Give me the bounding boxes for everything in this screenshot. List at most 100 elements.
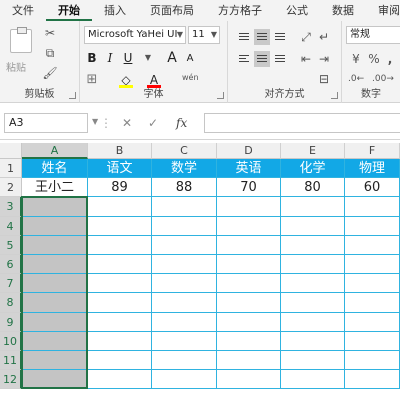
cell-d3[interactable] bbox=[217, 197, 281, 217]
bottom-align-icon[interactable] bbox=[272, 29, 288, 45]
cancel-icon[interactable]: ✕ bbox=[122, 113, 132, 133]
font-launcher-icon[interactable] bbox=[217, 92, 224, 99]
cell-d12[interactable] bbox=[217, 370, 281, 390]
row-header-7[interactable]: 7 bbox=[0, 274, 22, 294]
row-header-9[interactable]: 9 bbox=[0, 312, 22, 332]
cell-e4[interactable] bbox=[281, 216, 345, 236]
cell-a4[interactable] bbox=[22, 216, 88, 236]
cell-f8[interactable] bbox=[345, 293, 400, 313]
cell-b8[interactable] bbox=[88, 293, 152, 313]
cell-d5[interactable] bbox=[217, 235, 281, 255]
cell-c11[interactable] bbox=[152, 351, 217, 371]
clipboard-launcher-icon[interactable] bbox=[69, 92, 76, 99]
column-header-a[interactable]: A bbox=[22, 143, 88, 159]
increase-indent-icon[interactable]: ⇥ bbox=[316, 51, 332, 67]
copy-icon[interactable]: ⧉ bbox=[42, 45, 58, 61]
cell-d1[interactable]: 英语 bbox=[217, 159, 281, 179]
cell-f2[interactable]: 60 bbox=[345, 178, 400, 198]
cell-e1[interactable]: 化学 bbox=[281, 159, 345, 179]
cell-b10[interactable] bbox=[88, 331, 152, 351]
cell-f1[interactable]: 物理 bbox=[345, 159, 400, 179]
cell-f12[interactable] bbox=[345, 370, 400, 390]
paste-button[interactable]: 粘贴 bbox=[6, 59, 26, 74]
cell-c9[interactable] bbox=[152, 312, 217, 332]
cell-c12[interactable] bbox=[152, 370, 217, 390]
tab-data[interactable]: 数据 bbox=[320, 0, 366, 21]
row-header-2[interactable]: 2 bbox=[0, 178, 22, 198]
underline-options-icon[interactable]: ▼ bbox=[140, 49, 156, 67]
cell-d10[interactable] bbox=[217, 331, 281, 351]
cell-c4[interactable] bbox=[152, 216, 217, 236]
cell-e7[interactable] bbox=[281, 274, 345, 294]
accounting-format-icon[interactable]: ¥ bbox=[348, 51, 364, 67]
cell-f4[interactable] bbox=[345, 216, 400, 236]
bold-button[interactable]: B bbox=[84, 49, 100, 67]
cell-f11[interactable] bbox=[345, 351, 400, 371]
cell-b12[interactable] bbox=[88, 370, 152, 390]
cell-b5[interactable] bbox=[88, 235, 152, 255]
cell-e6[interactable] bbox=[281, 255, 345, 275]
row-header-12[interactable]: 12 bbox=[0, 370, 22, 390]
cell-a3[interactable] bbox=[22, 197, 88, 217]
cell-d6[interactable] bbox=[217, 255, 281, 275]
shrink-font-button[interactable]: A bbox=[182, 50, 198, 68]
number-format-select[interactable]: 常规 bbox=[346, 26, 400, 44]
row-header-4[interactable]: 4 bbox=[0, 216, 22, 236]
cell-c8[interactable] bbox=[152, 293, 217, 313]
cell-a12[interactable] bbox=[22, 370, 88, 390]
orientation-icon[interactable]: ⤢ bbox=[298, 29, 314, 45]
cell-e8[interactable] bbox=[281, 293, 345, 313]
font-name-select[interactable]: Microsoft YaHei UI ▼ bbox=[84, 26, 186, 44]
grow-font-button[interactable]: A bbox=[164, 49, 180, 67]
cell-b9[interactable] bbox=[88, 312, 152, 332]
top-align-icon[interactable] bbox=[236, 29, 252, 45]
cell-f6[interactable] bbox=[345, 255, 400, 275]
paste-icon[interactable] bbox=[10, 27, 32, 53]
column-header-b[interactable]: B bbox=[88, 143, 152, 159]
cell-f5[interactable] bbox=[345, 235, 400, 255]
cell-a1[interactable]: 姓名 bbox=[22, 159, 88, 179]
formula-input[interactable] bbox=[204, 113, 400, 133]
cell-b3[interactable] bbox=[88, 197, 152, 217]
cell-b4[interactable] bbox=[88, 216, 152, 236]
cell-c6[interactable] bbox=[152, 255, 217, 275]
row-header-6[interactable]: 6 bbox=[0, 255, 22, 275]
row-header-5[interactable]: 5 bbox=[0, 235, 22, 255]
font-size-select[interactable]: 11 ▼ bbox=[188, 26, 220, 44]
tab-file[interactable]: 文件 bbox=[0, 0, 46, 21]
cell-f3[interactable] bbox=[345, 197, 400, 217]
format-painter-icon[interactable]: 🖌 bbox=[42, 65, 58, 81]
cell-e12[interactable] bbox=[281, 370, 345, 390]
underline-button[interactable]: U bbox=[120, 49, 136, 67]
cell-f9[interactable] bbox=[345, 312, 400, 332]
row-header-10[interactable]: 10 bbox=[0, 331, 22, 351]
cell-b6[interactable] bbox=[88, 255, 152, 275]
column-header-f[interactable]: F bbox=[345, 143, 400, 159]
cell-a2[interactable]: 王小二 bbox=[22, 178, 88, 198]
insert-function-icon[interactable]: fx bbox=[176, 113, 187, 133]
tab-page-layout[interactable]: 页面布局 bbox=[138, 0, 206, 21]
tab-ffgz[interactable]: 方方格子 bbox=[206, 0, 274, 21]
cell-c7[interactable] bbox=[152, 274, 217, 294]
cell-a7[interactable] bbox=[22, 274, 88, 294]
cell-e9[interactable] bbox=[281, 312, 345, 332]
row-header-11[interactable]: 11 bbox=[0, 351, 22, 371]
tab-formulas[interactable]: 公式 bbox=[274, 0, 320, 21]
cell-d2[interactable]: 70 bbox=[217, 178, 281, 198]
name-box[interactable]: A3 bbox=[4, 113, 88, 133]
cell-a5[interactable] bbox=[22, 235, 88, 255]
cell-f7[interactable] bbox=[345, 274, 400, 294]
cell-d7[interactable] bbox=[217, 274, 281, 294]
italic-button[interactable]: I bbox=[102, 49, 118, 67]
cell-c5[interactable] bbox=[152, 235, 217, 255]
cell-e10[interactable] bbox=[281, 331, 345, 351]
select-all-corner[interactable] bbox=[0, 143, 22, 159]
cell-a6[interactable] bbox=[22, 255, 88, 275]
cell-b11[interactable] bbox=[88, 351, 152, 371]
cell-e11[interactable] bbox=[281, 351, 345, 371]
cell-d11[interactable] bbox=[217, 351, 281, 371]
cell-c2[interactable]: 88 bbox=[152, 178, 217, 198]
cell-c1[interactable]: 数学 bbox=[152, 159, 217, 179]
cell-a8[interactable] bbox=[22, 293, 88, 313]
cell-d9[interactable] bbox=[217, 312, 281, 332]
